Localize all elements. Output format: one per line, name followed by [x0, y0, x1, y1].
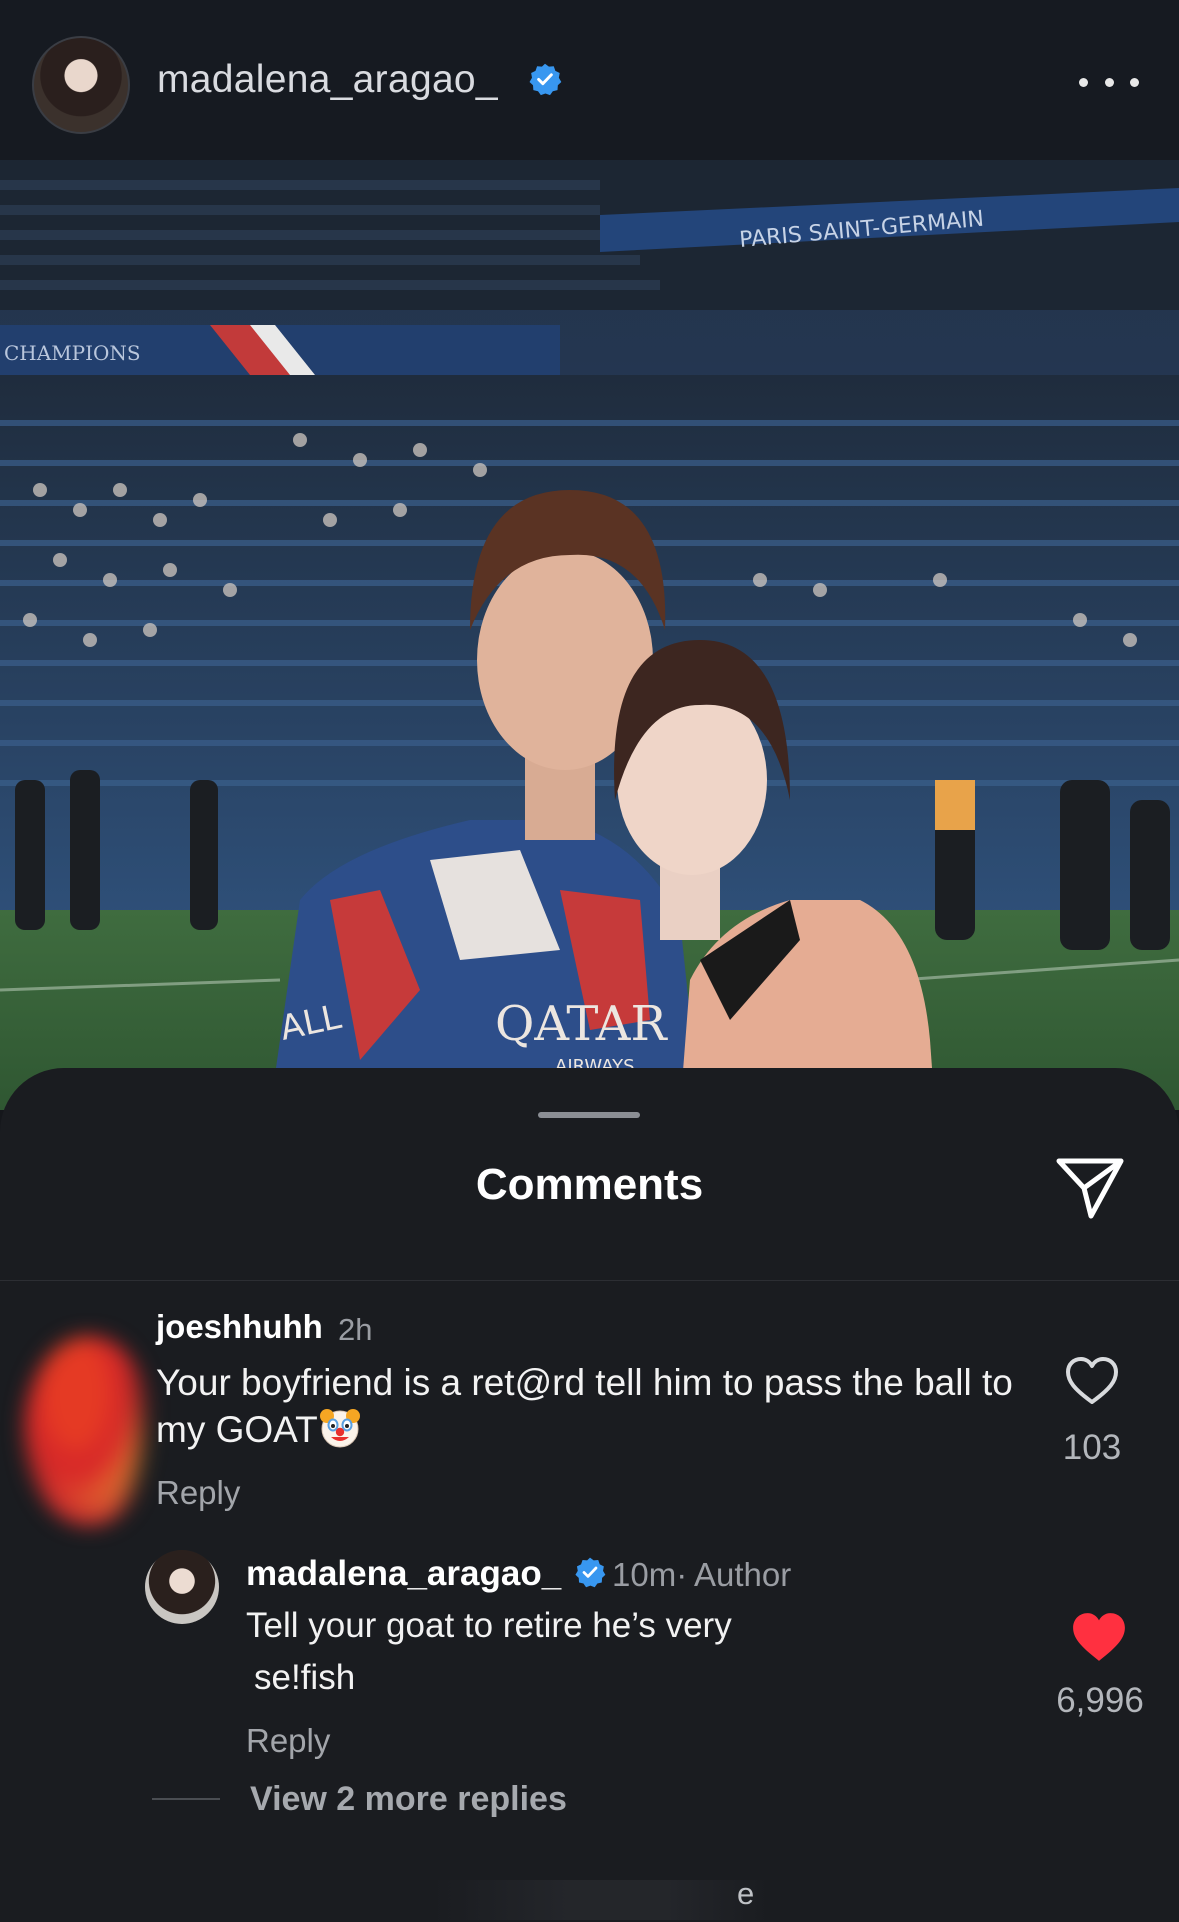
post-header: madalena_aragao_ — [0, 0, 1179, 160]
author-label: Author — [694, 1556, 792, 1593]
reply-like-count: 6,996 — [1056, 1681, 1144, 1720]
sheet-title: Comments — [475, 1160, 704, 1209]
clown-face-icon — [319, 1409, 360, 1448]
heart-filled-icon[interactable] — [1070, 1610, 1128, 1664]
reply-text-line-2: se!fish — [254, 1658, 356, 1697]
sheet-divider — [0, 1280, 1179, 1281]
partial-bottom-text: e — [737, 1876, 755, 1911]
profile-avatar[interactable] — [32, 36, 130, 134]
reply-button[interactable]: Reply — [246, 1722, 330, 1760]
reply-text-line-1: Tell your goat to retire he’s very — [246, 1606, 732, 1645]
more-options-icon[interactable] — [1079, 62, 1139, 102]
post-photo[interactable]: PARIS SAINT-GERMAIN CHAMPIONS QATAR AIRW… — [0, 160, 1179, 1110]
reply-button[interactable]: Reply — [156, 1474, 240, 1512]
heart-outline-icon[interactable] — [1064, 1355, 1120, 1407]
comment-text: Your boyfriend is a ret@rd tell him to p… — [156, 1360, 1016, 1453]
reply-text: Tell your goat to retire he’s very se!fi… — [246, 1600, 806, 1704]
verified-badge-icon — [529, 63, 562, 96]
sheet-grabber[interactable] — [538, 1112, 640, 1118]
reply-username[interactable]: madalena_aragao_ — [246, 1554, 561, 1594]
reply-avatar[interactable] — [145, 1550, 219, 1624]
verified-badge-icon — [575, 1557, 606, 1588]
profile-username[interactable]: madalena_aragao_ — [157, 58, 498, 102]
reply-timestamp: 10m· — [612, 1556, 688, 1593]
comment-text-body: Your boyfriend is a ret@rd tell him to p… — [156, 1362, 1013, 1450]
partially-hidden-content — [430, 1880, 770, 1920]
stand-banner-text: CHAMPIONS — [4, 341, 141, 365]
comment-timestamp: 2h — [338, 1312, 373, 1347]
stadium-scene: PARIS SAINT-GERMAIN CHAMPIONS QATAR AIRW… — [0, 160, 1179, 1110]
view-more-replies-button[interactable]: View 2 more replies — [250, 1780, 567, 1819]
commenter-avatar-blurred[interactable] — [24, 1336, 154, 1526]
jersey-sponsor-text: QATAR — [495, 996, 668, 1052]
comment-like-count: 103 — [1062, 1428, 1122, 1467]
comment-username[interactable]: joeshhuhh — [156, 1308, 323, 1346]
replies-connector-line — [152, 1798, 220, 1800]
send-icon[interactable] — [1054, 1154, 1126, 1222]
comments-sheet: Comments joeshhuhh 2h Your boyfriend is … — [0, 1068, 1179, 1922]
